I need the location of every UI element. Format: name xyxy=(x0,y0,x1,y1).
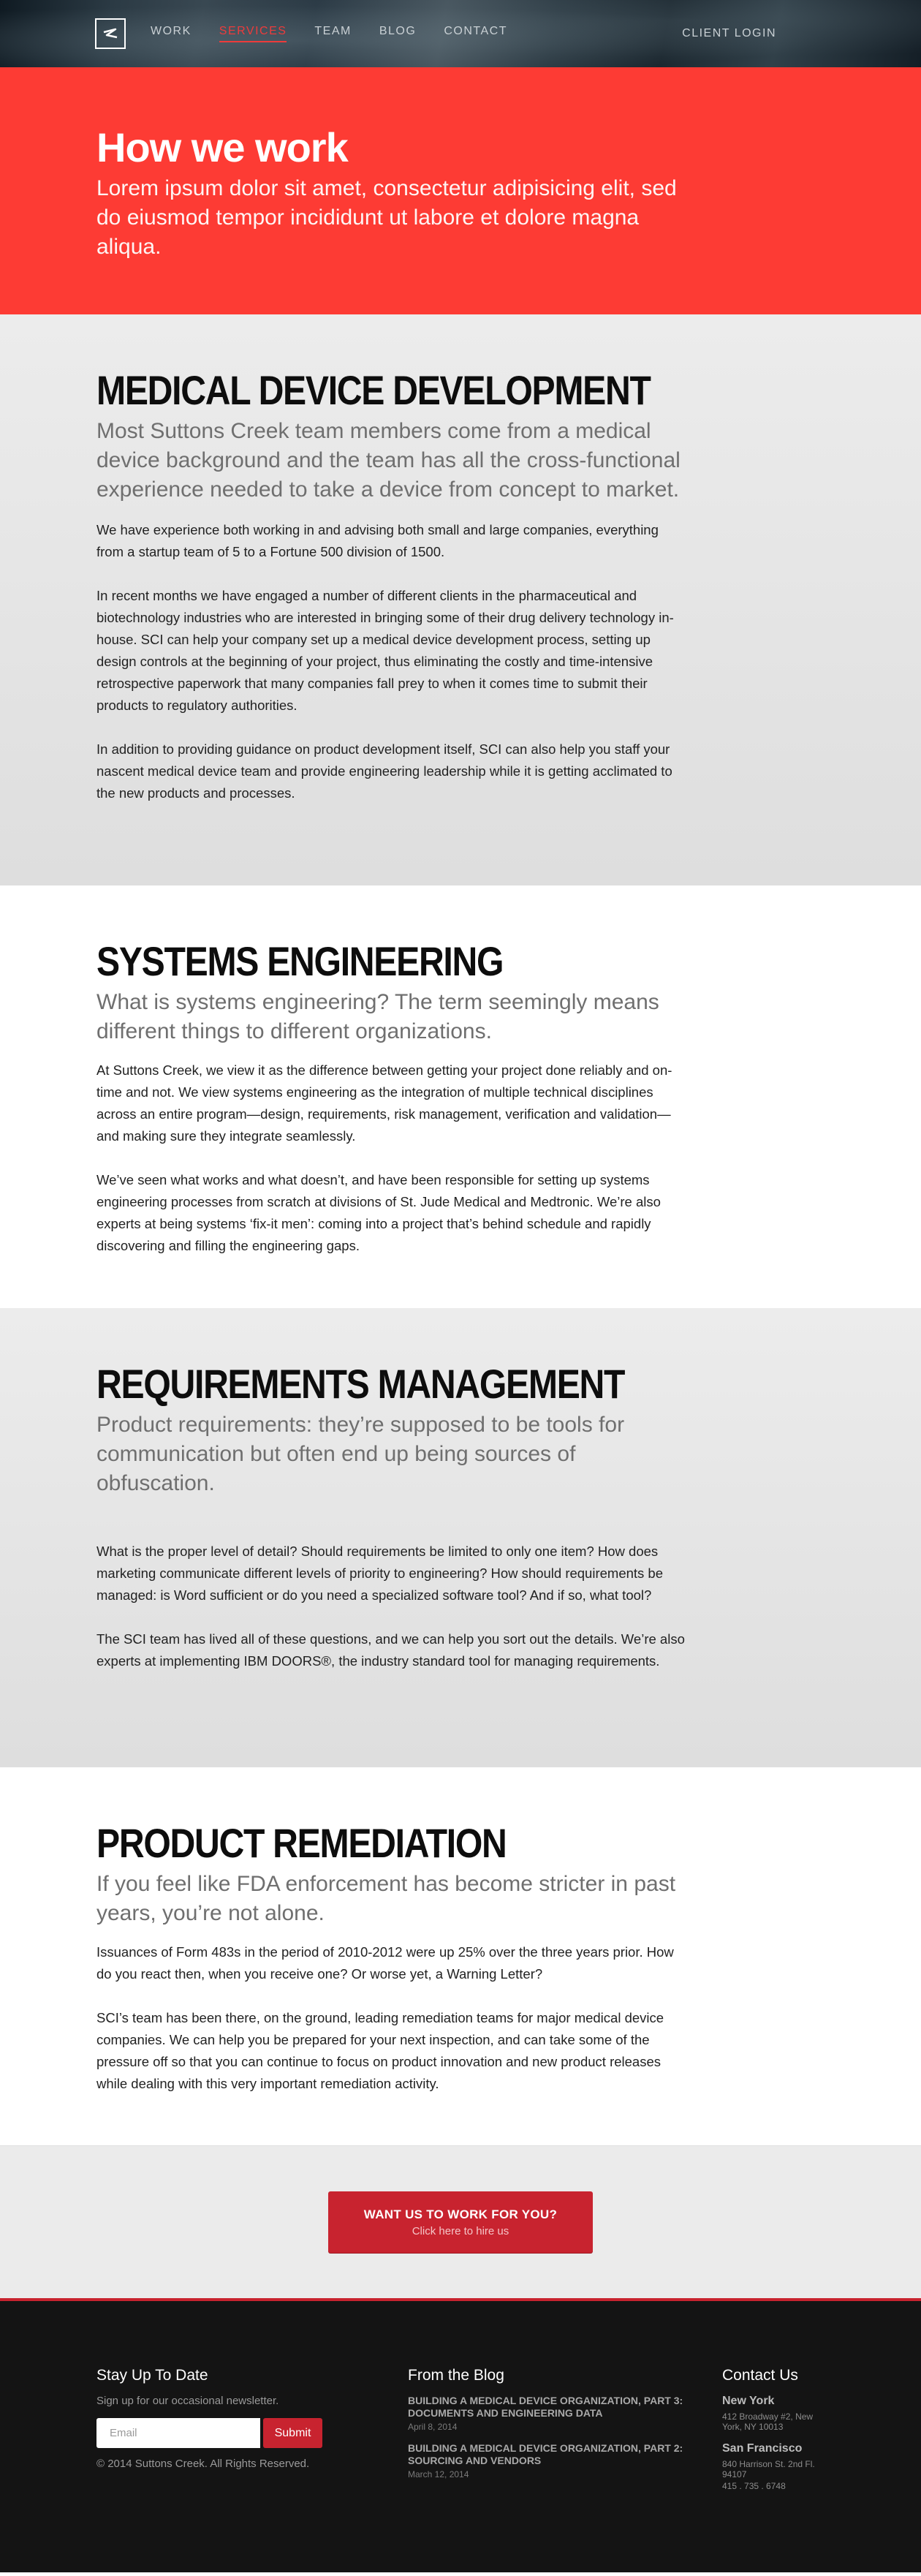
cta-title: WANT US TO WORK FOR YOU? xyxy=(363,2207,558,2221)
section-systems-engineering: SYSTEMS ENGINEERING What is systems engi… xyxy=(0,885,921,1308)
nav-item-blog[interactable]: BLOG xyxy=(379,25,416,42)
blog-column: From the Blog BUILDING A MEDICAL DEVICE … xyxy=(408,2367,722,2501)
section-paragraph: We have experience both working in and a… xyxy=(96,522,659,559)
office-new-york: New York 412 Broadway #2, New York, NY 1… xyxy=(722,2395,826,2432)
section-lead: Product requirements: they’re supposed t… xyxy=(96,1413,625,1495)
blog-post-date: March 12, 2014 xyxy=(408,2469,469,2479)
section-paragraph: In recent months we have engaged a numbe… xyxy=(96,588,674,713)
section-paragraph: At Suttons Creek, we view it as the diff… xyxy=(96,1062,672,1144)
section-body: At Suttons Creek, we view it as the diff… xyxy=(96,1060,826,1257)
office-san-francisco: San Francisco 840 Harrison St. 2nd Fl. 9… xyxy=(722,2442,826,2491)
cta-subtitle: Click here to hire us xyxy=(412,2224,509,2237)
office-address: 412 Broadway #2, New York, NY 10013 xyxy=(722,2411,814,2432)
section-body: We have experience both working in and a… xyxy=(96,519,826,804)
section-title: SYSTEMS ENGINEERING xyxy=(96,938,504,984)
client-login-link[interactable]: CLIENT LOGIN xyxy=(682,27,776,40)
nav-item-contact[interactable]: CONTACT xyxy=(444,25,507,42)
contact-column: Contact Us New York 412 Broadway #2, New… xyxy=(722,2367,826,2501)
section-paragraph: Issuances of Form 483s in the period of … xyxy=(96,1944,674,1982)
section-lead: If you feel like FDA enforcement has bec… xyxy=(96,1872,676,1925)
cta-section: WANT US TO WORK FOR YOU? Click here to h… xyxy=(0,2145,921,2298)
section-paragraph: What is the proper level of detail? Shou… xyxy=(96,1544,664,1603)
section-container: SYSTEMS ENGINEERING What is systems engi… xyxy=(95,938,826,1257)
top-navigation: WORK SERVICES TEAM BLOG CONTACT CLIENT L… xyxy=(0,0,921,67)
footer: Stay Up To Date Sign up for our occasion… xyxy=(0,2301,921,2572)
logo-mark-icon xyxy=(103,28,118,39)
blog-heading: From the Blog xyxy=(408,2367,504,2384)
section-title: MEDICAL DEVICE DEVELOPMENT xyxy=(96,367,651,413)
section-paragraph: In addition to providing guidance on pro… xyxy=(96,741,672,801)
hire-us-button[interactable]: WANT US TO WORK FOR YOU? Click here to h… xyxy=(328,2191,593,2253)
blog-post-link[interactable]: BUILDING A MEDICAL DEVICE ORGANIZATION, … xyxy=(408,2395,700,2420)
newsletter-column: Stay Up To Date Sign up for our occasion… xyxy=(96,2367,408,2501)
section-lead: What is systems engineering? The term se… xyxy=(96,990,659,1043)
nav-item-team[interactable]: TEAM xyxy=(314,25,351,42)
section-paragraph: SCI’s team has been there, on the ground… xyxy=(96,2010,664,2091)
hero-banner: How we work Lorem ipsum dolor sit amet, … xyxy=(0,67,921,314)
logo-icon[interactable] xyxy=(95,18,126,49)
section-product-remediation: PRODUCT REMEDIATION If you feel like FDA… xyxy=(0,1767,921,2145)
office-phone: 415 . 735 . 6748 xyxy=(722,2481,786,2491)
nav-item-work[interactable]: WORK xyxy=(151,25,192,42)
nav-container: WORK SERVICES TEAM BLOG CONTACT CLIENT L… xyxy=(95,0,826,67)
section-paragraph: We’ve seen what works and what doesn’t, … xyxy=(96,1172,661,1253)
section-medical-device-development: MEDICAL DEVICE DEVELOPMENT Most Suttons … xyxy=(0,314,921,885)
blog-post: BUILDING A MEDICAL DEVICE ORGANIZATION, … xyxy=(408,2395,722,2432)
section-requirements-management: REQUIREMENTS MANAGEMENT Product requirem… xyxy=(0,1308,921,1767)
section-paragraph: The SCI team has lived all of these ques… xyxy=(96,1631,685,1669)
submit-button[interactable]: Submit xyxy=(263,2418,322,2448)
section-title: PRODUCT REMEDIATION xyxy=(96,1820,507,1866)
office-address: 840 Harrison St. 2nd Fl. 94107 xyxy=(722,2459,815,2479)
section-body: What is the proper level of detail? Shou… xyxy=(96,1541,826,1672)
copyright: © 2014 Suttons Creek. All Rights Reserve… xyxy=(96,2458,310,2470)
newsletter-form: Submit xyxy=(96,2418,408,2448)
section-title: REQUIREMENTS MANAGEMENT xyxy=(96,1361,625,1407)
blog-post-link[interactable]: BUILDING A MEDICAL DEVICE ORGANIZATION, … xyxy=(408,2442,700,2467)
page-title: How we work xyxy=(96,124,349,170)
blog-post: BUILDING A MEDICAL DEVICE ORGANIZATION, … xyxy=(408,2442,722,2479)
office-city: San Francisco xyxy=(722,2442,803,2455)
hero-subtitle: Lorem ipsum dolor sit amet, consectetur … xyxy=(96,176,677,259)
section-body: Issuances of Form 483s in the period of … xyxy=(96,1941,826,2095)
nav-item-services[interactable]: SERVICES xyxy=(219,25,287,42)
newsletter-heading: Stay Up To Date xyxy=(96,2367,208,2384)
nav-links: WORK SERVICES TEAM BLOG CONTACT xyxy=(151,25,682,42)
hero-container: How we work Lorem ipsum dolor sit amet, … xyxy=(95,126,826,262)
contact-heading: Contact Us xyxy=(722,2367,798,2384)
email-input[interactable] xyxy=(96,2418,260,2448)
blog-post-date: April 8, 2014 xyxy=(408,2422,458,2432)
section-container: REQUIREMENTS MANAGEMENT Product requirem… xyxy=(95,1361,826,1672)
newsletter-text: Sign up for our occasional newsletter. xyxy=(96,2395,279,2407)
office-city: New York xyxy=(722,2395,775,2407)
section-lead: Most Suttons Creek team members come fro… xyxy=(96,419,681,502)
footer-container: Stay Up To Date Sign up for our occasion… xyxy=(95,2367,826,2501)
section-container: MEDICAL DEVICE DEVELOPMENT Most Suttons … xyxy=(95,367,826,804)
section-container: PRODUCT REMEDIATION If you feel like FDA… xyxy=(95,1820,826,2095)
